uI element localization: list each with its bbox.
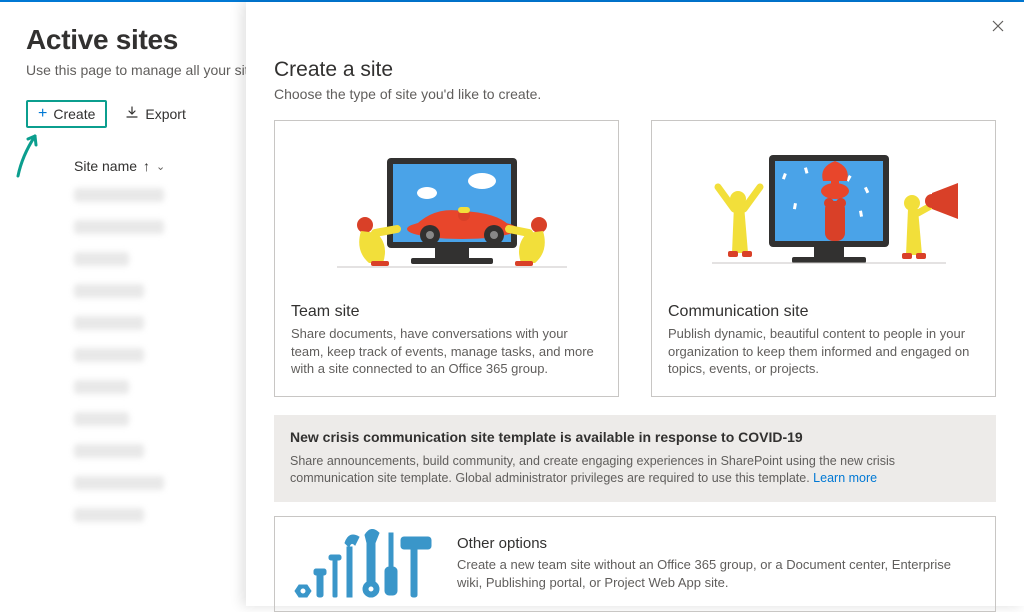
list-item — [74, 348, 144, 362]
list-item — [74, 508, 144, 522]
export-button-label: Export — [145, 106, 185, 122]
close-icon — [991, 19, 1005, 33]
create-button[interactable]: + Create — [26, 100, 107, 128]
list-item — [74, 252, 129, 266]
list-item — [74, 188, 164, 202]
plus-icon: + — [38, 106, 47, 122]
list-item — [74, 444, 144, 458]
covid-banner: New crisis communication site template i… — [274, 415, 996, 503]
column-header-label: Site name — [74, 158, 137, 174]
communication-site-desc: Publish dynamic, beautiful content to pe… — [668, 325, 979, 378]
chevron-down-icon: ⌄ — [156, 160, 165, 173]
team-site-card[interactable]: Team site Share documents, have conversa… — [274, 120, 619, 397]
create-button-label: Create — [53, 106, 95, 122]
learn-more-link[interactable]: Learn more — [813, 471, 877, 485]
covid-banner-text: Share announcements, build community, an… — [290, 454, 895, 485]
list-item — [74, 476, 164, 490]
list-item — [74, 220, 164, 234]
covid-banner-desc: Share announcements, build community, an… — [290, 453, 980, 487]
other-options-desc: Create a new team site without an Office… — [457, 556, 977, 591]
list-item — [74, 284, 144, 298]
other-options-card[interactable]: Other options Create a new team site wit… — [274, 516, 996, 612]
other-options-title: Other options — [457, 535, 977, 552]
download-icon — [125, 106, 139, 123]
communication-site-illustration — [668, 133, 979, 293]
panel-title: Create a site — [274, 58, 996, 82]
covid-banner-title: New crisis communication site template i… — [290, 429, 980, 445]
list-item — [74, 412, 129, 426]
team-site-desc: Share documents, have conversations with… — [291, 325, 602, 378]
team-site-title: Team site — [291, 303, 602, 321]
panel-subtitle: Choose the type of site you'd like to cr… — [274, 86, 996, 102]
communication-site-title: Communication site — [668, 303, 979, 321]
list-item — [74, 316, 144, 330]
team-site-illustration — [291, 133, 602, 293]
site-type-cards: Team site Share documents, have conversa… — [274, 120, 996, 397]
export-button[interactable]: Export — [117, 102, 193, 127]
create-site-panel: Create a site Choose the type of site yo… — [246, 2, 1024, 606]
communication-site-card[interactable]: Communication site Publish dynamic, beau… — [651, 120, 996, 397]
tools-illustration — [293, 529, 433, 599]
close-button[interactable] — [986, 14, 1010, 38]
sort-ascending-icon: ↑ — [143, 158, 150, 174]
annotation-arrow-icon — [12, 128, 42, 178]
page-subtitle-text: Use this page to manage all your sites. — [26, 62, 271, 78]
list-item — [74, 380, 129, 394]
